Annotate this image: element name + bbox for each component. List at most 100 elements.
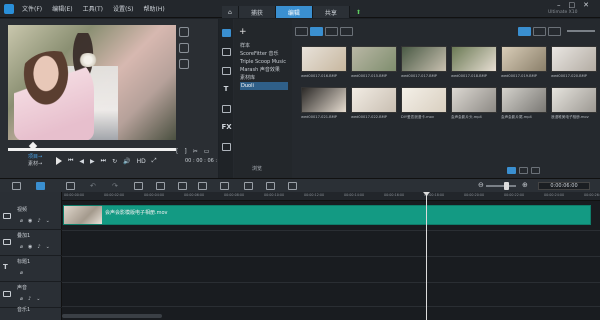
menu-help[interactable]: 帮助(H) — [143, 4, 164, 13]
media-thumbnail[interactable]: wed00017-019.BMP — [501, 46, 547, 81]
media-thumbnail[interactable]: 会声会影片尾.mp4 — [501, 87, 547, 122]
sort-icon[interactable] — [548, 26, 561, 36]
hd-toggle[interactable]: HD — [137, 158, 146, 165]
transition-icon[interactable] — [221, 67, 231, 75]
visibility-icon[interactable]: ◉ — [28, 244, 32, 250]
layout-icon[interactable] — [531, 167, 540, 174]
folder-item[interactable]: Marash 声音效果 — [240, 66, 288, 74]
play-icon[interactable] — [56, 157, 62, 165]
zoom-in-icon[interactable]: ⊕ — [522, 181, 531, 189]
split-icon[interactable]: ✂ — [193, 148, 198, 155]
video-clip[interactable]: 会声会影模版电子相册.mov — [63, 205, 591, 225]
next-frame-icon[interactable]: ▶ — [90, 158, 95, 165]
mute-icon[interactable]: ♪ — [37, 244, 40, 250]
maximize-icon[interactable]: □ — [569, 1, 576, 9]
mute-icon[interactable]: ♪ — [28, 296, 31, 302]
show-video-icon[interactable] — [310, 26, 323, 36]
lock-icon[interactable]: ⌀ — [20, 218, 23, 224]
tab-capture[interactable]: 捕获 — [238, 6, 276, 18]
list-view-icon[interactable] — [518, 26, 531, 36]
layout-icon[interactable] — [507, 167, 516, 174]
show-photo-icon[interactable] — [325, 26, 338, 36]
undo-icon[interactable]: ↶ — [90, 182, 99, 190]
mask-icon[interactable] — [288, 182, 297, 190]
home-tab[interactable]: ⌂ — [222, 6, 239, 18]
media-thumbnail[interactable]: DIY爱恋浪漫卡.mov — [401, 87, 447, 122]
fx-icon[interactable]: FX — [222, 124, 232, 132]
expand-icon[interactable]: ⌄ — [46, 244, 50, 250]
import-icon[interactable] — [295, 26, 308, 36]
end-icon[interactable]: ⏭ — [101, 157, 106, 165]
graphics-icon[interactable] — [221, 105, 231, 113]
media-thumbnail[interactable]: wed00017-022.BMP — [351, 87, 397, 122]
record-icon[interactable] — [134, 182, 143, 190]
expand-icon[interactable]: ⌄ — [46, 218, 50, 224]
folder-item[interactable]: 样本 — [240, 42, 288, 50]
folder-item[interactable]: 素材库 — [240, 74, 288, 82]
title-icon[interactable]: T — [222, 86, 231, 94]
media-thumbnail[interactable]: wed00017-020.BMP — [551, 46, 597, 81]
layout-icon[interactable] — [519, 167, 528, 174]
menu-file[interactable]: 文件(F) — [22, 4, 42, 13]
time-remap-icon[interactable] — [266, 182, 275, 190]
home-start-icon[interactable]: ⏮ — [68, 157, 73, 165]
enlarge-icon[interactable]: ⤢ — [152, 157, 157, 165]
media-thumbnail[interactable]: 会声会影片头.mp4 — [451, 87, 497, 122]
close-icon[interactable]: ✕ — [583, 1, 589, 9]
tab-edit[interactable]: 编辑 — [275, 6, 313, 18]
mute-icon[interactable]: ♪ — [37, 218, 40, 224]
menu-edit[interactable]: 编辑(E) — [52, 4, 72, 13]
zoom-slider-knob[interactable] — [504, 182, 509, 190]
mixer-icon[interactable] — [156, 182, 165, 190]
visibility-icon[interactable]: ◉ — [28, 218, 32, 224]
playhead-line[interactable] — [426, 192, 427, 320]
time-ruler[interactable]: 00:00:00:00 00:00:02:00 00:00:04:00 00:00:0… — [62, 192, 600, 201]
project-mode[interactable]: 项目→ — [28, 154, 42, 161]
mark-in-button[interactable]: [ — [176, 148, 178, 155]
add-folder-button[interactable]: + — [239, 27, 247, 37]
lock-icon[interactable]: ⌀ — [20, 244, 23, 250]
auto-music-icon[interactable] — [178, 182, 187, 190]
folder-item-selected[interactable]: Duoli — [240, 82, 288, 90]
upload-icon[interactable]: ⬆ — [350, 6, 367, 18]
redo-icon[interactable]: ↷ — [112, 182, 121, 190]
media-thumbnail[interactable]: wed00017-018.BMP — [451, 46, 497, 81]
mark-out-button[interactable]: ] — [184, 148, 186, 155]
expand-icon[interactable]: ⌄ — [36, 296, 40, 302]
thumb-size-slider[interactable] — [567, 30, 595, 32]
subtitle-icon[interactable] — [220, 182, 229, 190]
storyboard-view-icon[interactable] — [12, 182, 21, 190]
tab-share[interactable]: 共享 — [312, 6, 350, 18]
timeline-scrollbar[interactable] — [62, 314, 162, 318]
lock-icon[interactable]: ⌀ — [20, 270, 23, 276]
tools-icon[interactable] — [66, 182, 75, 190]
path-icon[interactable] — [221, 143, 231, 151]
folder-item[interactable]: ScoreFitter 音乐 — [240, 50, 288, 58]
browse-button[interactable]: 浏览 — [252, 165, 262, 172]
timeline-timecode[interactable]: 0:00:06:00 — [538, 182, 590, 190]
zoom-slider[interactable] — [486, 185, 516, 187]
motion-tracking-icon[interactable] — [198, 182, 207, 190]
position-icon[interactable] — [179, 59, 189, 69]
media-thumbnail[interactable]: wed00017-021.BMP — [301, 87, 347, 122]
media-thumbnail[interactable]: 浪漫唯美电子相册.mov — [551, 87, 597, 122]
volume-icon[interactable]: 🔊 — [123, 158, 130, 165]
resize-icon[interactable] — [179, 43, 189, 53]
lock-icon[interactable]: ⌀ — [20, 296, 23, 302]
menu-settings[interactable]: 设置(S) — [113, 4, 134, 13]
snapshot-icon[interactable]: ▭ — [204, 148, 210, 155]
thumb-view-icon[interactable] — [533, 26, 546, 36]
media-thumbnail[interactable]: wed00017-015.BMP — [351, 46, 397, 81]
media-thumbnail[interactable]: wed00017-017.BMP — [401, 46, 447, 81]
multi-cam-icon[interactable] — [244, 182, 253, 190]
media-thumbnail[interactable]: wed00017-016.BMP — [301, 46, 347, 81]
folder-item[interactable]: Triple Scoop Music — [240, 58, 288, 66]
prev-frame-icon[interactable]: ◀ — [79, 158, 84, 165]
timeline-view-icon[interactable] — [36, 182, 45, 190]
media-icon[interactable] — [221, 29, 231, 37]
minimize-icon[interactable]: – — [557, 1, 561, 9]
instant-project-icon[interactable] — [221, 48, 231, 56]
show-audio-icon[interactable] — [340, 26, 353, 36]
crop-icon[interactable] — [179, 27, 189, 37]
repeat-icon[interactable]: ↻ — [112, 158, 117, 165]
